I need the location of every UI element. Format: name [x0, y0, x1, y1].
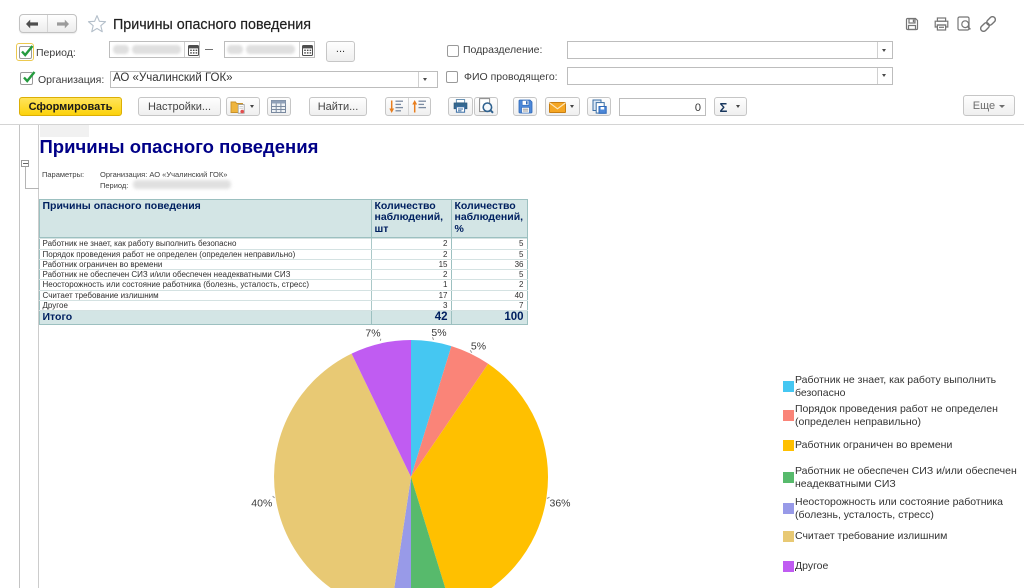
svg-text:40%: 40% — [251, 498, 272, 510]
svg-text:36%: 36% — [550, 498, 571, 510]
svg-text:5%: 5% — [471, 340, 486, 352]
svg-text:7%: 7% — [365, 328, 380, 340]
svg-text:5%: 5% — [431, 328, 446, 339]
